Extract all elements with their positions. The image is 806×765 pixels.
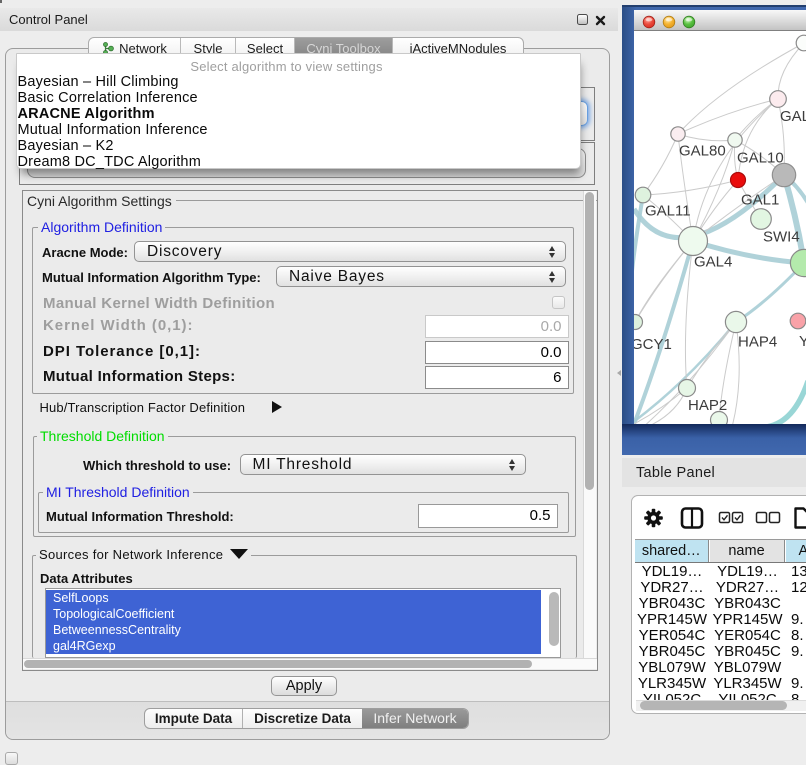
svg-text:GAL: GAL [780,108,806,125]
svg-text:HAP2: HAP2 [688,397,727,414]
svg-text:GAL1: GAL1 [741,192,779,209]
svg-text:Y: Y [799,333,806,350]
svg-text:SWI4: SWI4 [763,229,800,246]
svg-text:GAL4: GAL4 [694,254,732,271]
svg-text:GAL11: GAL11 [645,203,691,220]
svg-text:GAL80: GAL80 [679,143,726,160]
svg-text:HAP4: HAP4 [738,334,777,351]
svg-text:GCY1: GCY1 [634,336,672,353]
svg-text:GAL10: GAL10 [737,150,784,167]
